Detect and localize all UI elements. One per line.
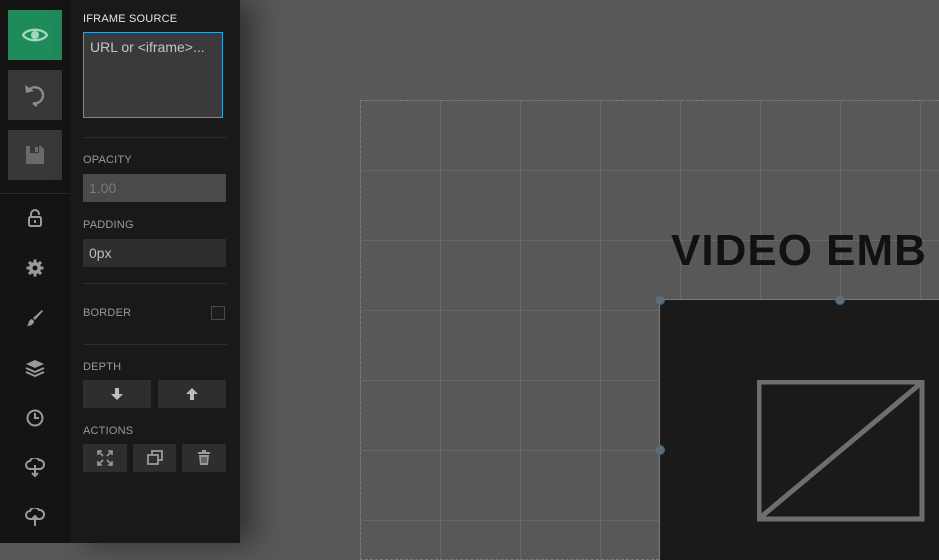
cloud-download-icon [25,458,45,478]
delete-button[interactable] [182,444,226,472]
icon-rail [0,0,70,543]
resize-handle-top[interactable] [835,295,845,305]
cloud-download-button[interactable] [0,451,70,485]
expand-icon [97,450,113,466]
iframe-source-label: IFRAME SOURCE [83,13,178,25]
border-label: BORDER [83,307,132,319]
border-checkbox[interactable] [211,306,225,320]
video-embed-element[interactable] [659,299,939,560]
lock-icon [28,209,42,227]
lock-button[interactable] [0,201,70,235]
preview-button[interactable] [8,10,62,60]
undo-button[interactable] [8,70,62,120]
arrow-down-icon [111,388,123,400]
send-backward-button[interactable] [83,380,151,408]
divider [83,344,227,345]
gear-icon [26,259,44,277]
iframe-source-input[interactable] [88,33,222,117]
trash-icon [198,450,210,465]
padding-label: PADDING [83,219,134,231]
layers-button[interactable] [0,351,70,385]
undo-icon [25,85,45,107]
bring-forward-button[interactable] [158,380,226,408]
resize-handle-top-left[interactable] [655,295,665,305]
divider [83,137,227,138]
layers-icon [25,360,45,377]
history-button[interactable] [0,401,70,435]
clock-icon [26,409,44,427]
opacity-input[interactable] [83,174,226,202]
divider [83,283,227,284]
duplicate-button[interactable] [133,444,176,472]
arrow-up-icon [186,388,198,400]
eye-icon [22,28,48,42]
iframe-source-box [83,32,223,118]
resize-handle-left[interactable] [655,445,665,455]
opacity-label: OPACITY [83,154,132,166]
cloud-upload-icon [25,508,45,526]
save-button[interactable] [8,130,62,180]
rail-divider [0,193,70,194]
properties-panel: IFRAME SOURCE OPACITY PADDING BORDER DEP… [70,0,240,543]
duplicate-icon [146,450,163,465]
brush-icon [27,310,43,326]
actions-label: ACTIONS [83,425,134,437]
style-button[interactable] [0,301,70,335]
cloud-upload-button[interactable] [0,501,70,535]
settings-button[interactable] [0,251,70,285]
headline-text[interactable]: VIDEO EMB [671,226,927,276]
video-placeholder-icon [757,380,925,522]
depth-label: DEPTH [83,361,122,373]
fullscreen-button[interactable] [83,444,127,472]
floppy-disk-icon [26,146,44,164]
padding-input[interactable] [83,239,226,267]
